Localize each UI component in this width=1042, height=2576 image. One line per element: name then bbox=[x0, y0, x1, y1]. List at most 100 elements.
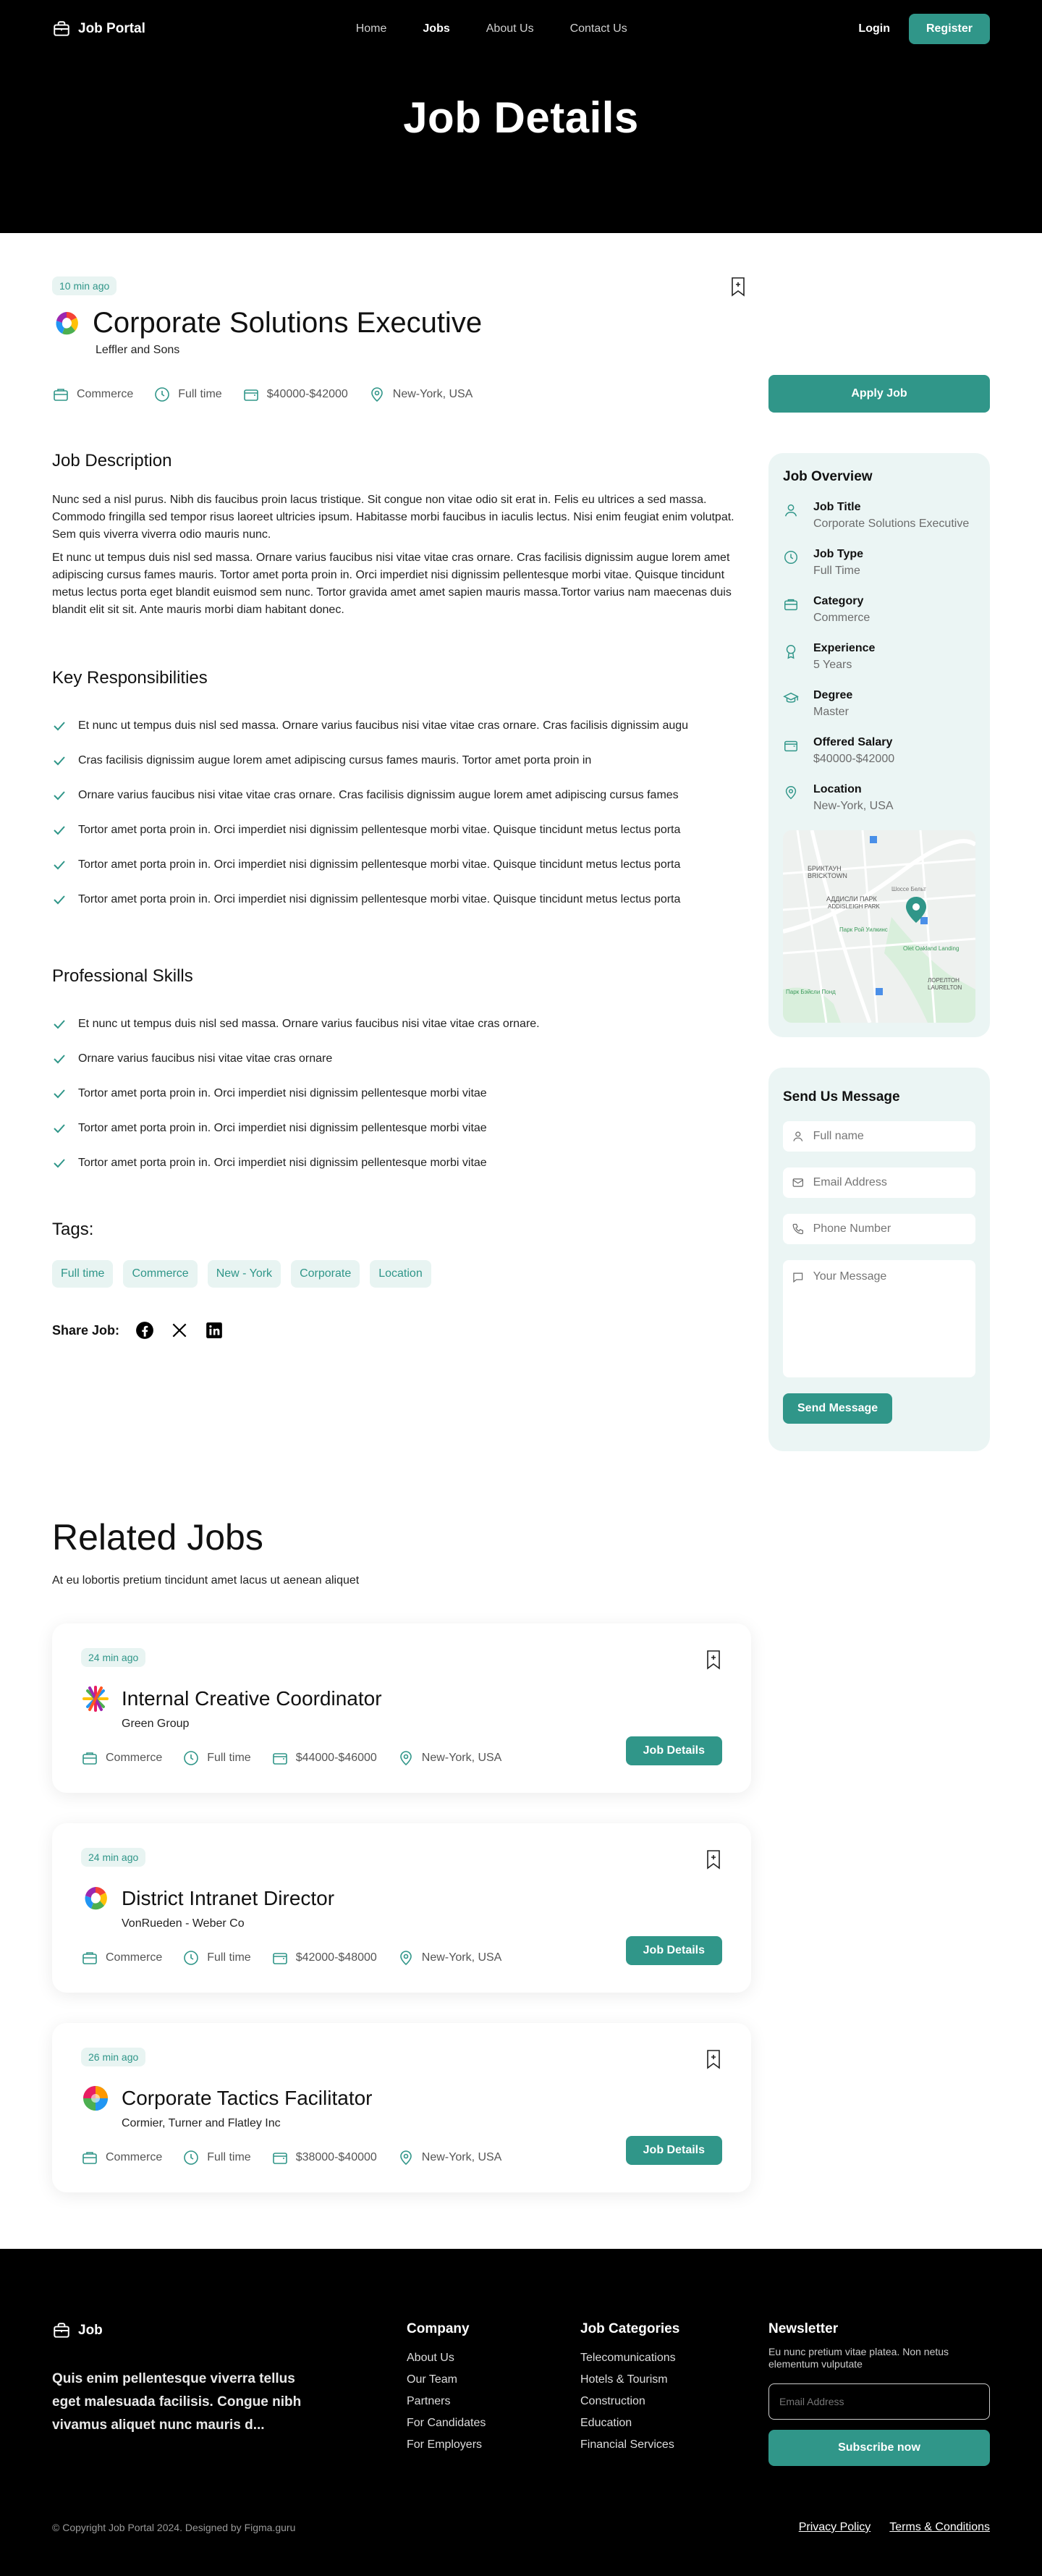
footer-link[interactable]: About Us bbox=[407, 2352, 580, 2365]
tags-heading: Tags: bbox=[52, 1220, 94, 1239]
nav-jobs[interactable]: Jobs bbox=[423, 22, 449, 35]
description-paragraph-2: Et nunc ut tempus duis nisl sed massa. O… bbox=[52, 552, 732, 616]
footer-link[interactable]: Education bbox=[580, 2417, 768, 2430]
footer-columns: Job Quis enim pellentesque viverra tellu… bbox=[52, 2321, 990, 2466]
job-card[interactable]: 26 min ago Corporate Tactics Facilitator… bbox=[52, 2023, 751, 2192]
fullname-input[interactable] bbox=[813, 1130, 967, 1143]
wallet-icon bbox=[272, 2153, 287, 2164]
job-card[interactable]: 24 min ago Internal Creative Coordinator… bbox=[52, 1623, 751, 1793]
overview-item-title: Job Title Corporate Solutions Executive bbox=[783, 501, 975, 532]
bookmark-icon[interactable] bbox=[705, 1650, 722, 1670]
phone-field bbox=[783, 1214, 975, 1244]
share-label: Share Job: bbox=[52, 1322, 120, 1338]
meta-type-text: Full time bbox=[178, 388, 222, 400]
send-message-form: Send Us Message Send Message bbox=[768, 1068, 990, 1451]
check-icon bbox=[54, 1089, 65, 1099]
bookmark-icon[interactable] bbox=[705, 2049, 722, 2069]
footer-link[interactable]: Telecomunications bbox=[580, 2352, 768, 2365]
tag-chip[interactable]: Corporate bbox=[291, 1260, 360, 1288]
map-label: Olet Oakland Landing bbox=[903, 945, 959, 952]
nav-contact[interactable]: Contact Us bbox=[570, 22, 627, 35]
job-details-button[interactable]: Job Details bbox=[625, 2136, 722, 2165]
footer-company-column: Company About Us Our Team Partners For C… bbox=[407, 2321, 580, 2466]
footer-link[interactable]: Our Team bbox=[407, 2373, 580, 2386]
location-map[interactable]: БРИКТАУН BRICKTOWN АДДИСЛИ ПАРК ADDISLEI… bbox=[783, 830, 975, 1023]
user-icon bbox=[784, 504, 797, 517]
brand-logo[interactable]: Job Portal bbox=[52, 20, 211, 38]
list-item: Tortor amet porta proin in. Orci imperdi… bbox=[52, 1146, 747, 1181]
linkedin-icon[interactable] bbox=[205, 1321, 224, 1340]
job-header: 10 min ago Corporate Solutions Executive… bbox=[52, 276, 747, 403]
tag-chip[interactable]: Full time bbox=[52, 1260, 114, 1288]
job-overview-panel: Job Overview Job Title Corporate Solution… bbox=[768, 453, 990, 1037]
footer-link[interactable]: For Candidates bbox=[407, 2417, 580, 2430]
bookmark-icon[interactable] bbox=[729, 276, 747, 297]
nav-home[interactable]: Home bbox=[356, 22, 387, 35]
meta-category: Commerce bbox=[52, 386, 133, 403]
phone-input[interactable] bbox=[813, 1222, 967, 1236]
newsletter-email-input[interactable] bbox=[779, 2396, 979, 2407]
job-card[interactable]: 24 min ago District Intranet Director Vo… bbox=[52, 1823, 751, 1993]
check-icon bbox=[54, 1124, 65, 1133]
company-logo-icon bbox=[82, 1686, 109, 1712]
skills-list: Et nunc ut tempus duis nisl sed massa. O… bbox=[52, 1007, 747, 1181]
briefcase-icon bbox=[82, 2152, 97, 2164]
map-label: АДДИСЛИ ПАРК bbox=[826, 895, 878, 903]
bookmark-icon[interactable] bbox=[705, 1849, 722, 1870]
privacy-policy-link[interactable]: Privacy Policy bbox=[799, 2521, 871, 2534]
location-pin-icon bbox=[370, 387, 383, 402]
tag-chip[interactable]: Location bbox=[370, 1260, 431, 1288]
subscribe-button[interactable]: Subscribe now bbox=[768, 2430, 990, 2466]
job-title-row: Corporate Tactics Facilitator bbox=[81, 2084, 722, 2113]
apply-job-button[interactable]: Apply Job bbox=[768, 375, 990, 413]
overview-heading: Job Overview bbox=[783, 469, 873, 484]
facebook-icon[interactable] bbox=[135, 1321, 154, 1340]
tag-chip[interactable]: Commerce bbox=[123, 1260, 198, 1288]
meta-salary-text: $40000-$42000 bbox=[266, 388, 348, 400]
clock-icon bbox=[184, 2150, 199, 2165]
description-heading: Job Description bbox=[52, 451, 172, 470]
register-button[interactable]: Register bbox=[908, 14, 990, 44]
nav-about[interactable]: About Us bbox=[486, 22, 534, 35]
job-title[interactable]: Corporate Tactics Facilitator bbox=[122, 2087, 373, 2110]
clock-icon bbox=[184, 1951, 199, 1965]
job-details-button[interactable]: Job Details bbox=[625, 1736, 722, 1765]
login-link[interactable]: Login bbox=[858, 22, 890, 35]
footer-logo[interactable]: Job bbox=[52, 2321, 211, 2340]
footer-link[interactable]: Financial Services bbox=[580, 2438, 768, 2452]
send-message-button[interactable]: Send Message bbox=[783, 1393, 893, 1424]
job-title[interactable]: District Intranet Director bbox=[122, 1887, 334, 1910]
job-title[interactable]: Internal Creative Coordinator bbox=[122, 1687, 382, 1710]
x-twitter-icon[interactable] bbox=[170, 1321, 189, 1340]
footer-link[interactable]: For Employers bbox=[407, 2438, 580, 2452]
company-name: Cormier, Turner and Flatley Inc bbox=[122, 2117, 281, 2129]
footer-link[interactable]: Hotels & Tourism bbox=[580, 2373, 768, 2386]
map-label: Парк Рой Уилкинс bbox=[839, 926, 888, 933]
terms-link[interactable]: Terms & Conditions bbox=[889, 2521, 990, 2534]
job-details-button[interactable]: Job Details bbox=[625, 1936, 722, 1965]
footer-link[interactable]: Construction bbox=[580, 2395, 768, 2408]
overview-item-degree: Degree Master bbox=[783, 689, 975, 720]
posted-badge: 24 min ago bbox=[81, 1848, 146, 1867]
related-heading: Related Jobs bbox=[52, 1517, 263, 1558]
check-icon bbox=[54, 861, 65, 870]
tag-chip[interactable]: New - York bbox=[207, 1260, 281, 1288]
company-name: Green Group bbox=[122, 1718, 190, 1730]
chat-bubble-icon bbox=[793, 1272, 803, 1283]
map-label: БРИКТАУН bbox=[808, 865, 842, 872]
clock-icon bbox=[184, 1751, 199, 1765]
check-icon bbox=[54, 895, 65, 905]
job-detail-column: 10 min ago Corporate Solutions Executive… bbox=[52, 276, 747, 1451]
message-textarea[interactable] bbox=[813, 1270, 967, 1364]
email-input[interactable] bbox=[813, 1176, 967, 1189]
check-icon bbox=[54, 791, 65, 801]
map-label: Шоссе Бельт bbox=[891, 886, 926, 892]
brand-name: Job Portal bbox=[78, 21, 145, 36]
list-item: Cras facilisis dignissim augue lorem ame… bbox=[52, 743, 747, 778]
site-footer: Job Quis enim pellentesque viverra tellu… bbox=[0, 2249, 1042, 2576]
related-job-list: 24 min ago Internal Creative Coordinator… bbox=[52, 1623, 751, 2192]
list-item: Tortor amet porta proin in. Orci imperdi… bbox=[52, 813, 747, 848]
briefcase-icon bbox=[82, 1752, 97, 1765]
footer-link[interactable]: Partners bbox=[407, 2395, 580, 2408]
map-label: Парк Бэйсли Понд bbox=[786, 989, 836, 995]
